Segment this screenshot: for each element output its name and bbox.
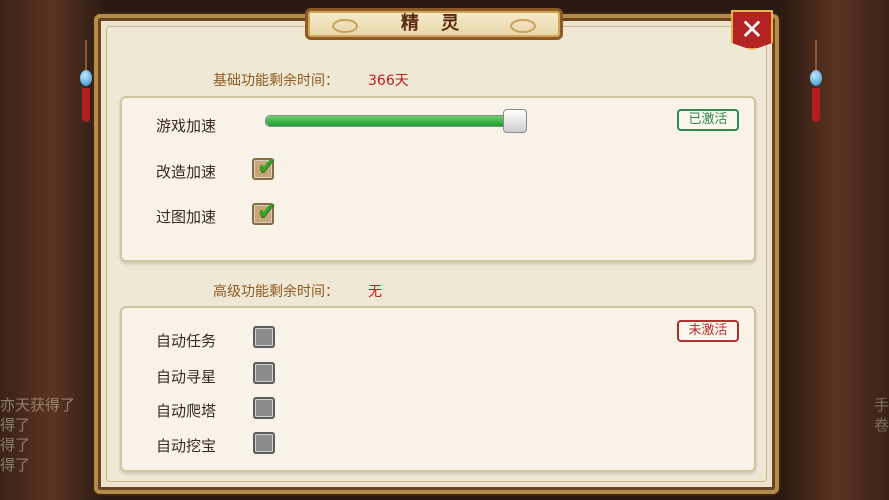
basic-status-badge: 已激活	[677, 109, 739, 131]
slider-fill	[266, 116, 517, 126]
basic-time-value: 366天	[368, 73, 409, 89]
cloud-ornament-icon	[332, 19, 358, 33]
auto-tower-checkbox[interactable]	[253, 397, 275, 419]
modify-speed-checkbox[interactable]: ✔	[252, 154, 277, 180]
map-speed-label: 过图加速	[156, 208, 217, 226]
right-tassel-ornament	[810, 40, 822, 122]
left-tassel-ornament	[80, 40, 92, 122]
advanced-status-badge: 未激活	[677, 320, 739, 342]
side-label: 手	[873, 396, 889, 414]
auto-treasure-label: 自动挖宝	[156, 437, 217, 455]
auto-task-label: 自动任务	[156, 332, 217, 350]
modify-speed-label: 改造加速	[156, 163, 217, 181]
auto-star-label: 自动寻星	[156, 368, 217, 386]
close-button[interactable]: ✕	[731, 10, 773, 50]
chat-line: 亦天获得了	[0, 396, 76, 414]
chat-line: 得了	[0, 436, 31, 454]
dialog-title: 精 灵	[400, 13, 468, 34]
dialog-title-plate: 精 灵	[305, 8, 563, 40]
auto-tower-label: 自动爬塔	[156, 402, 217, 420]
game-speed-slider[interactable]	[265, 115, 525, 127]
map-speed-checkbox[interactable]: ✔	[252, 199, 277, 225]
chat-log-left: 亦天获得了 得了 得了 得了	[0, 395, 90, 475]
checkmark-icon: ✔	[257, 197, 278, 225]
close-icon: ✕	[740, 13, 764, 46]
basic-time-label: 基础功能剩余时间：	[213, 73, 339, 89]
chat-line: 得了	[0, 416, 31, 434]
cloud-ornament-icon	[510, 19, 536, 33]
auto-task-checkbox[interactable]	[253, 326, 275, 348]
advanced-time-label: 高级功能剩余时间：	[213, 284, 339, 300]
side-label: 卷	[873, 416, 889, 434]
chat-line: 得了	[0, 456, 31, 474]
slider-handle[interactable]	[503, 109, 528, 133]
side-menu-right: 手 卷	[829, 395, 889, 435]
game-speed-label: 游戏加速	[156, 117, 217, 135]
auto-treasure-checkbox[interactable]	[253, 432, 275, 454]
auto-star-checkbox[interactable]	[253, 362, 275, 384]
advanced-time-value: 无	[368, 284, 382, 300]
checkmark-icon: ✔	[257, 152, 278, 180]
